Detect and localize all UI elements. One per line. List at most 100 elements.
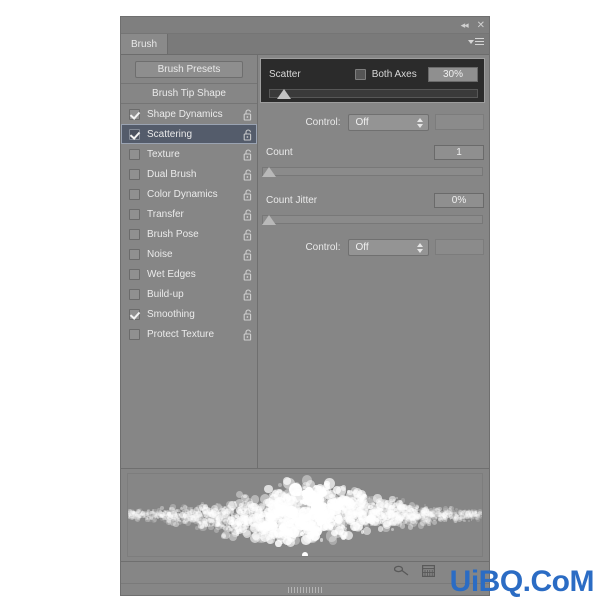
count-jitter-row: Count Jitter 0% <box>258 190 489 210</box>
option-checkbox[interactable] <box>129 328 140 340</box>
panel-titlebar: ◂◂ ✕ <box>121 17 489 34</box>
count-slider-thumb[interactable] <box>262 167 276 177</box>
option-checkbox[interactable] <box>129 108 140 120</box>
count-jitter-control-label: Control: <box>305 241 341 253</box>
option-checkbox[interactable] <box>129 168 140 180</box>
count-jitter-slider-thumb[interactable] <box>262 215 276 225</box>
option-checkbox[interactable] <box>129 128 140 140</box>
option-checkbox[interactable] <box>129 308 140 320</box>
count-jitter-slider-wrap <box>258 214 489 228</box>
scatter-slider-track <box>269 89 478 98</box>
scatter-slider[interactable] <box>269 88 478 102</box>
brush-option-transfer[interactable]: Transfer <box>121 204 257 224</box>
scatter-section: Scatter Both Axes 30% <box>260 58 485 103</box>
unlock-icon[interactable] <box>243 208 253 221</box>
brush-option-shape-dynamics[interactable]: Shape Dynamics <box>121 104 257 124</box>
option-label: Build-up <box>147 288 184 300</box>
option-checkbox[interactable] <box>129 148 140 160</box>
option-checkbox[interactable] <box>129 248 140 260</box>
tab-brush[interactable]: Brush <box>121 34 169 54</box>
count-jitter-value-input[interactable]: 0% <box>434 192 484 208</box>
count-jitter-slider-track <box>262 215 483 224</box>
scatter-value-input[interactable]: 30% <box>428 66 478 82</box>
option-checkbox[interactable] <box>129 288 140 300</box>
brush-presets-button[interactable]: Brush Presets <box>135 60 243 78</box>
unlock-icon[interactable] <box>243 288 253 301</box>
unlock-icon[interactable] <box>243 308 253 321</box>
count-slider[interactable] <box>262 166 483 180</box>
tabbar-filler <box>168 34 489 54</box>
count-jitter-slider[interactable] <box>262 214 483 228</box>
option-checkbox[interactable] <box>129 208 140 220</box>
unlock-icon <box>243 249 252 261</box>
hamburger-icon <box>475 38 484 45</box>
brush-panel: ◂◂ ✕ Brush Brush Presets Brush Tip Shape… <box>120 16 490 596</box>
unlock-icon <box>243 269 252 281</box>
brush-option-protect-texture[interactable]: Protect Texture <box>121 324 257 344</box>
brush-option-dual-brush[interactable]: Dual Brush <box>121 164 257 184</box>
brush-tip-shape-item[interactable]: Brush Tip Shape <box>121 84 257 104</box>
option-label: Texture <box>147 148 180 160</box>
brush-stroke-preview <box>127 473 483 557</box>
unlock-icon[interactable] <box>243 168 253 181</box>
spinner-icon <box>416 117 423 128</box>
scatter-control-select[interactable]: Off <box>348 113 429 131</box>
count-row: Count 1 <box>258 142 489 162</box>
new-brush-preset-icon[interactable] <box>422 564 436 582</box>
option-checkbox[interactable] <box>129 228 140 240</box>
count-value-input[interactable]: 1 <box>434 144 484 160</box>
unlock-icon[interactable] <box>243 128 253 141</box>
unlock-icon[interactable] <box>243 188 253 201</box>
count-jitter-control-select[interactable]: Off <box>348 238 429 256</box>
brush-option-wet-edges[interactable]: Wet Edges <box>121 264 257 284</box>
brush-option-texture[interactable]: Texture <box>121 144 257 164</box>
brush-option-color-dynamics[interactable]: Color Dynamics <box>121 184 257 204</box>
spinner-icon <box>416 242 423 253</box>
watermark: UiBQ.CoM <box>449 565 595 598</box>
scatter-control-label: Control: <box>305 116 341 128</box>
brush-stroke-icon[interactable] <box>393 564 409 582</box>
option-label: Scattering <box>147 128 193 140</box>
unlock-icon <box>243 149 252 161</box>
scatter-control-extra-field[interactable] <box>434 114 484 130</box>
option-label: Protect Texture <box>147 328 215 340</box>
unlock-icon <box>243 129 252 141</box>
option-label: Shape Dynamics <box>147 108 223 120</box>
unlock-icon[interactable] <box>243 228 253 241</box>
panel-tabbar: Brush <box>121 34 489 55</box>
brush-option-scattering[interactable]: Scattering <box>121 124 257 144</box>
unlock-icon <box>243 289 252 301</box>
unlock-icon[interactable] <box>243 268 253 281</box>
brush-option-brush-pose[interactable]: Brush Pose <box>121 224 257 244</box>
close-icon[interactable]: ✕ <box>477 20 485 31</box>
scatter-header-row: Scatter Both Axes 30% <box>269 64 478 84</box>
unlock-icon <box>243 209 252 221</box>
panel-menu-icon[interactable] <box>468 38 484 45</box>
option-checkbox[interactable] <box>129 268 140 280</box>
scatter-slider-thumb[interactable] <box>276 89 291 99</box>
panel-bottom-toolbar <box>121 561 489 583</box>
unlock-icon[interactable] <box>243 328 253 341</box>
unlock-icon[interactable] <box>243 248 253 261</box>
double-left-chevron-icon[interactable]: ◂◂ <box>461 21 469 30</box>
grip-icon <box>288 586 322 593</box>
chevron-down-icon <box>468 39 474 44</box>
option-label: Dual Brush <box>147 168 197 180</box>
brush-tip-shape-label: Brush Tip Shape <box>152 88 226 99</box>
unlock-icon[interactable] <box>243 148 253 161</box>
brush-option-noise[interactable]: Noise <box>121 244 257 264</box>
count-jitter-control-extra-field[interactable] <box>434 239 484 255</box>
option-checkbox[interactable] <box>129 188 140 200</box>
count-label: Count <box>266 146 293 158</box>
brush-option-smoothing[interactable]: Smoothing <box>121 304 257 324</box>
panel-resize-grip[interactable] <box>121 583 489 595</box>
count-jitter-control-row: Control: Off <box>258 237 489 257</box>
both-axes-checkbox[interactable] <box>354 68 366 80</box>
tab-brush-label: Brush <box>131 38 158 50</box>
brush-option-build-up[interactable]: Build-up <box>121 284 257 304</box>
unlock-icon <box>243 169 252 181</box>
unlock-icon <box>243 329 252 341</box>
unlock-icon <box>243 189 252 201</box>
brush-presets-row: Brush Presets <box>121 55 257 84</box>
unlock-icon[interactable] <box>243 108 253 121</box>
